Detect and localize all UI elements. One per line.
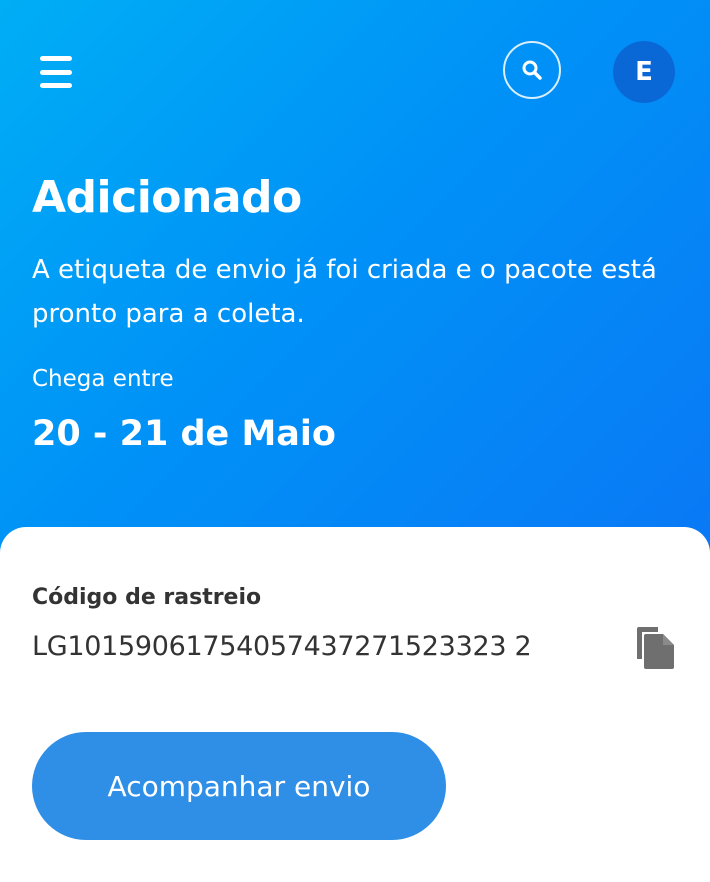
page-title: Adicionado [32,172,302,223]
menu-bar [40,56,72,61]
copy-button[interactable] [634,625,678,671]
search-button[interactable] [503,41,561,99]
copy-icon [637,627,674,669]
eta-date: 20 - 21 de Maio [32,414,336,454]
shipment-status-header: E Adicionado A etiqueta de envio já foi … [0,0,710,560]
hamburger-menu-icon[interactable] [40,56,82,88]
tracking-code-label: Código de rastreio [32,585,262,610]
search-icon [522,60,542,80]
menu-bar [40,69,72,75]
menu-bar [40,83,72,88]
tracking-card: Código de rastreio LG1015906175405743727… [0,527,710,882]
eta-label: Chega entre [32,366,174,392]
tracking-code: LG10159061754057437271523323 2 [32,631,532,662]
status-description: A etiqueta de envio já foi criada e o pa… [32,255,657,329]
track-shipment-button[interactable]: Acompanhar envio [32,732,446,840]
avatar[interactable]: E [613,41,675,103]
